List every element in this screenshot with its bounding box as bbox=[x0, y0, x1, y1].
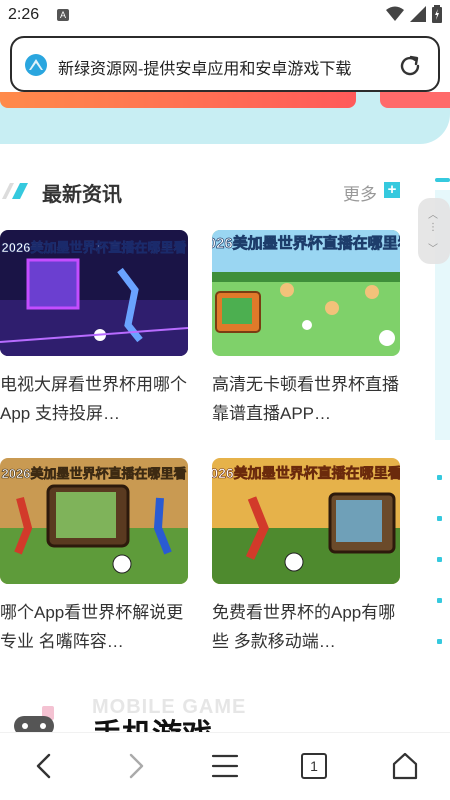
mobile-game-section-header: MOBILE GAME 手机游戏 bbox=[0, 688, 450, 732]
gamepad-icon bbox=[14, 706, 54, 732]
section-stripes-icon bbox=[2, 183, 28, 199]
tab-count: 1 bbox=[301, 753, 327, 779]
grip-icon: ⋮ bbox=[428, 222, 438, 233]
mobile-game-title: 手机游戏 bbox=[92, 710, 212, 732]
news-thumbnail[interactable]: 2026美加墨世界杯直播在哪里看 bbox=[212, 230, 400, 356]
news-thumbnail[interactable]: 026美加墨世界杯直播在哪里看 bbox=[212, 458, 400, 584]
bottom-nav-bar: 1 bbox=[0, 732, 450, 800]
news-card-title[interactable]: 哪个App看世界杯解说更专业 名嘴阵容… bbox=[0, 598, 190, 656]
address-bar[interactable]: 新绿资源网-提供安卓应用和安卓游戏下载 bbox=[10, 36, 440, 92]
news-section-header: 最新资讯 更多 + bbox=[0, 172, 410, 212]
chevron-down-icon: ﹀ bbox=[428, 244, 438, 255]
news-thumbnail[interactable]: 2026美加墨世界杯直播在哪里看 bbox=[0, 458, 188, 584]
home-icon[interactable] bbox=[388, 749, 422, 783]
more-plus-icon[interactable]: + bbox=[384, 182, 400, 198]
news-card-title[interactable]: 免费看世界杯的App有哪些 多款移动端… bbox=[212, 598, 402, 656]
thumb-caption: 2026美加墨世界杯直播在哪里看 bbox=[2, 240, 187, 255]
chevron-up-icon: ︿ bbox=[428, 210, 438, 221]
banner[interactable] bbox=[0, 92, 450, 144]
news-card-title[interactable]: 电视大屏看世界杯用哪个App 支持投屏… bbox=[0, 370, 190, 428]
menu-icon[interactable] bbox=[208, 749, 242, 783]
decor-dot bbox=[437, 516, 442, 521]
banner-bar-right bbox=[380, 92, 450, 108]
decor-dot bbox=[437, 639, 442, 644]
news-thumbnail[interactable]: 2026美加墨世界杯直播在哪里看 bbox=[0, 230, 188, 356]
scroll-handle[interactable]: ︿ ⋮ ﹀ bbox=[418, 198, 450, 264]
notification-app-icon: A bbox=[57, 9, 69, 21]
decor-dot bbox=[437, 475, 442, 480]
forward-arrow-icon[interactable] bbox=[118, 749, 152, 783]
more-link[interactable]: 更多 bbox=[343, 180, 377, 205]
decor-dot bbox=[437, 557, 442, 562]
news-card-title[interactable]: 高清无卡顿看世界杯直播 靠谱直播APP… bbox=[212, 370, 402, 428]
status-time: 2:26 bbox=[8, 6, 40, 23]
news-section-title: 最新资讯 bbox=[42, 184, 122, 206]
right-accent bbox=[435, 178, 450, 182]
reload-icon[interactable] bbox=[396, 52, 424, 80]
wifi-icon bbox=[386, 6, 404, 21]
signal-icon bbox=[410, 6, 426, 22]
banner-bar bbox=[0, 92, 356, 108]
thumb-caption: 026美加墨世界杯直播在哪里看 bbox=[212, 465, 400, 481]
page-title[interactable]: 新绿资源网-提供安卓应用和安卓游戏下载 bbox=[58, 55, 351, 79]
decor-dot bbox=[437, 598, 442, 603]
thumb-caption: 2026美加墨世界杯直播在哪里看 bbox=[212, 234, 400, 252]
back-arrow-icon[interactable] bbox=[28, 749, 62, 783]
thumb-caption: 2026美加墨世界杯直播在哪里看 bbox=[2, 466, 187, 481]
status-icons bbox=[386, 5, 442, 23]
status-bar: 2:26 A bbox=[0, 0, 450, 30]
battery-icon bbox=[432, 5, 442, 23]
tabs-button[interactable]: 1 bbox=[298, 749, 332, 783]
site-favicon-icon bbox=[25, 54, 47, 76]
